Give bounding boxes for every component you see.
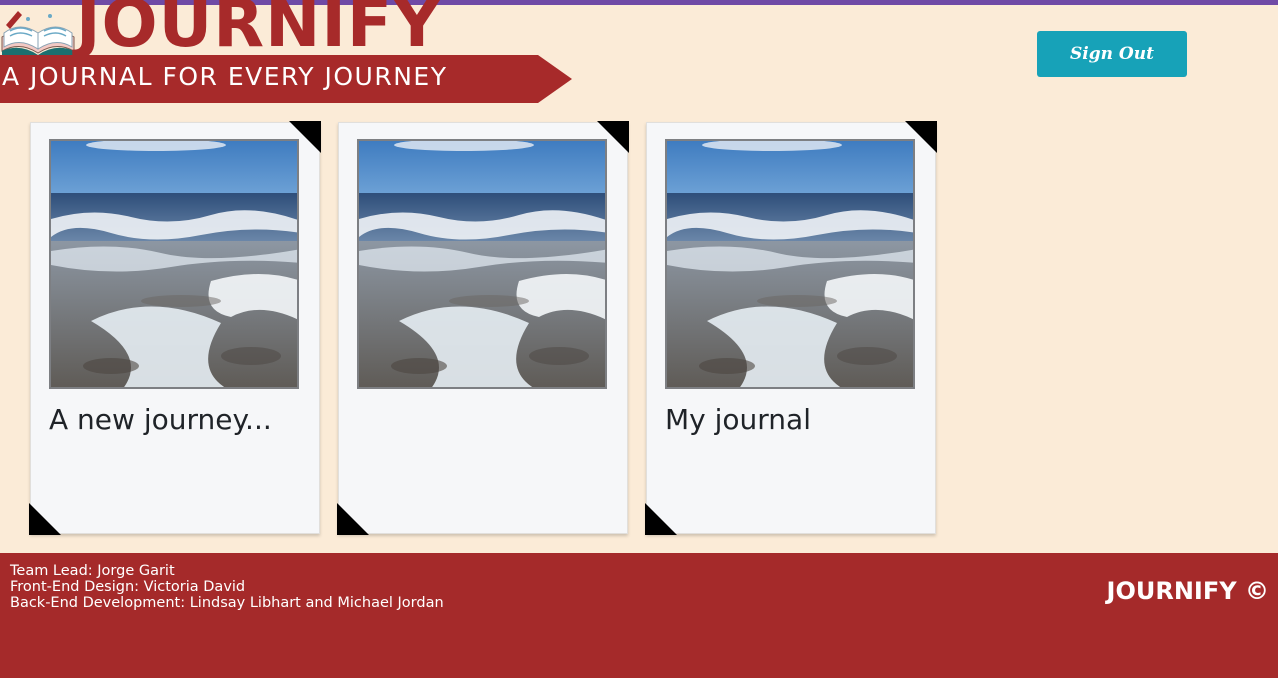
journal-card[interactable]: [337, 121, 629, 535]
team-credits: Team Lead: Jorge Garit Front-End Design:…: [10, 563, 444, 611]
open-book-logo-icon: [0, 7, 76, 61]
journal-card[interactable]: A new journey...: [29, 121, 321, 535]
credit-line: Front-End Design: Victoria David: [10, 579, 246, 595]
credit-line: Team Lead: Jorge Garit: [10, 563, 175, 579]
journal-title: A new journey...: [49, 403, 272, 436]
journal-cover-photo: [49, 139, 299, 389]
journal-title: My journal: [665, 403, 811, 436]
credit-line: Back-End Development: Lindsay Libhart an…: [10, 595, 444, 611]
site-header: JOURNIFY A JOURNAL FOR EVERY JOURNEY Sig…: [0, 0, 1278, 105]
footer-brand: JOURNIFY ©: [1106, 577, 1269, 605]
journal-card[interactable]: My journal: [645, 121, 937, 535]
site-footer: Team Lead: Jorge Garit Front-End Design:…: [0, 553, 1278, 678]
tagline-banner: A JOURNAL FOR EVERY JOURNEY: [0, 55, 572, 103]
photo-corner-decoration: [337, 503, 369, 535]
journal-cover-photo: [357, 139, 607, 389]
journal-cover-photo: [665, 139, 915, 389]
sign-out-button[interactable]: Sign Out: [1037, 31, 1187, 77]
brand-title: JOURNIFY: [76, 0, 442, 62]
journal-card-grid: A new journey... My journal: [0, 121, 1278, 536]
photo-corner-decoration: [29, 503, 61, 535]
photo-corner-decoration: [645, 503, 677, 535]
tagline: A JOURNAL FOR EVERY JOURNEY: [2, 62, 448, 91]
